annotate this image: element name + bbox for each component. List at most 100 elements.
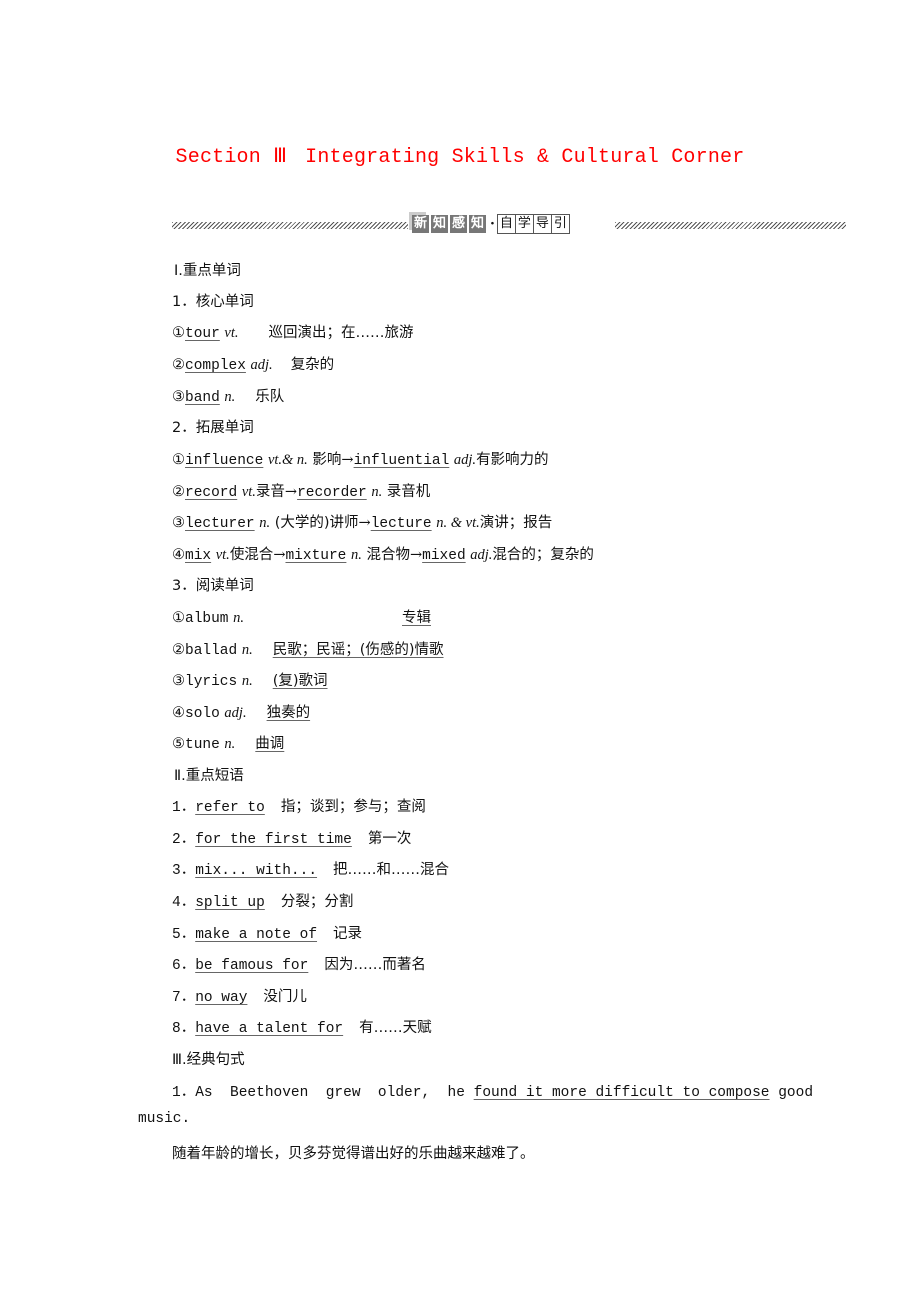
banner-badges: 新 知 感 知 · 自 学 导 引: [412, 214, 570, 234]
phrase: for the first time: [195, 832, 352, 848]
phrase-item: 5．make a note of 记录: [172, 922, 362, 943]
vocab-meaning: 巡回演出；在……旅游: [268, 325, 414, 341]
extended-words-heading: 2．拓展单词: [172, 420, 254, 436]
derived-meaning: 录音机: [386, 484, 431, 500]
phrase-meaning: 记录: [333, 926, 363, 942]
vocab-item: ③lecturer n. (大学的)讲师→lecture n. & vt.演讲；…: [172, 511, 552, 532]
phrase: split up: [195, 895, 265, 911]
section-number: Section Ⅲ: [175, 146, 288, 169]
phrase-meaning: 把……和……混合: [333, 862, 450, 878]
vocab-word: band: [185, 390, 220, 406]
phrase-item: 4．split up 分裂；分割: [172, 890, 353, 911]
banner-char: 感: [450, 215, 467, 233]
arrow-icon: →: [409, 547, 423, 563]
vocab-word: influence: [185, 453, 264, 469]
sentence-continuation: music.: [138, 1111, 191, 1127]
phrase: refer to: [195, 800, 265, 816]
banner-char: 自: [496, 214, 516, 234]
phrase-item: 7．no way 没门儿: [172, 985, 307, 1006]
item-number: 2．: [172, 832, 196, 848]
key-structure: found it more difficult to compose: [473, 1085, 770, 1101]
phrase: no way: [195, 990, 248, 1006]
vocab-word: lecturer: [185, 516, 255, 532]
section-banner: 新 知 感 知 · 自 学 导 引: [172, 214, 846, 238]
part-of-speech: n. & vt.: [436, 515, 480, 531]
part-of-speech: adj.: [250, 357, 273, 373]
derived-meaning: 混合物: [366, 547, 410, 563]
item-number: 1．: [172, 1085, 196, 1101]
vocab-item: ③lyrics n. (复)歌词: [172, 669, 328, 690]
part-of-speech: adj.: [470, 547, 493, 563]
part-of-speech: n.: [371, 484, 383, 500]
item-number: ①: [172, 610, 185, 626]
derived-meaning: 混合的；复杂的: [492, 547, 594, 563]
vocab-meaning: 曲调: [255, 736, 285, 752]
part-of-speech: n.: [224, 736, 236, 752]
sentence-translation: 随着年龄的增长，贝多芬觉得谱出好的乐曲越来越难了。: [172, 1146, 535, 1162]
phrase: make a note of: [195, 927, 318, 943]
vocab-word: mix: [185, 548, 212, 564]
banner-char: 知: [431, 215, 448, 233]
item-number: 4．: [172, 895, 196, 911]
reading-words-heading: 3．阅读单词: [172, 578, 254, 594]
phrase: mix... with...: [195, 863, 318, 879]
vocab-word: complex: [185, 358, 246, 374]
phrase-meaning: 第一次: [367, 831, 412, 847]
vocab-meaning: 民歌；民谣；(伤感的)情歌: [272, 642, 444, 658]
vocab-item: ①tour vt. 巡回演出；在……旅游: [172, 321, 414, 342]
sentence-text: good: [769, 1085, 814, 1101]
item-number: 8．: [172, 1021, 196, 1037]
part-of-speech: vt.& n.: [267, 452, 308, 468]
banner-char: 学: [515, 214, 534, 234]
vocab-item: ④mix vt.使混合→mixture n. 混合物→mixed adj.混合的…: [172, 543, 594, 564]
sentence-text: As Beethoven grew older, he: [195, 1085, 474, 1101]
derived-word: recorder: [297, 485, 367, 501]
part-of-speech: n.: [241, 642, 253, 658]
item-number: ②: [172, 357, 185, 373]
vocab-word: tune: [185, 737, 220, 753]
part-of-speech: adj.: [453, 452, 477, 468]
arrow-icon: →: [284, 484, 298, 500]
item-number: 6．: [172, 958, 196, 974]
item-number: 3．: [172, 863, 196, 879]
item-number: 1．: [172, 800, 196, 816]
vocab-word: tour: [185, 326, 220, 342]
vocab-word: record: [185, 485, 238, 501]
part-of-speech: adj.: [224, 705, 247, 721]
vocab-meaning: 影响: [312, 452, 342, 468]
phrase: have a talent for: [195, 1021, 344, 1037]
part-of-speech: n.: [224, 389, 236, 405]
phrase-meaning: 因为……而著名: [324, 957, 426, 973]
part-of-speech: n.: [233, 610, 244, 626]
part-of-speech: vt.: [224, 325, 239, 341]
banner-char: 导: [533, 214, 552, 234]
vocab-item: ①album n. 专辑: [172, 606, 431, 627]
item-number: ③: [172, 673, 185, 689]
vocab-item: ②ballad n. 民歌；民谣；(伤感的)情歌: [172, 638, 444, 659]
example-sentence: 1．As Beethoven grew older, he found it m…: [172, 1080, 813, 1101]
item-number: ①: [172, 325, 185, 341]
vocab-word: lyrics: [185, 674, 238, 690]
hatch-divider-right: [615, 222, 846, 229]
phrase-item: 2．for the first time 第一次: [172, 827, 411, 848]
vocab-word: solo: [185, 706, 220, 722]
vocab-meaning: (大学的)讲师: [274, 515, 359, 531]
banner-char: 新: [412, 215, 429, 233]
vocab-word: album: [185, 611, 229, 627]
phrase: be famous for: [195, 958, 309, 974]
phrase-item: 1．refer to 指；谈到；参与；查阅: [172, 795, 426, 816]
item-number: ③: [172, 389, 185, 405]
derived-word: influential: [353, 453, 450, 469]
phrase-meaning: 没门儿: [263, 989, 307, 1005]
vocab-meaning: 使混合: [229, 547, 274, 563]
item-number: ④: [172, 547, 185, 563]
derived-meaning: 演讲；报告: [479, 515, 553, 531]
derived-word: mixture: [285, 548, 347, 564]
vocab-meaning: 复杂的: [290, 357, 335, 373]
arrow-icon: →: [358, 515, 371, 531]
vocab-item: ②complex adj. 复杂的: [172, 353, 334, 374]
vocab-item: ⑤tune n. 曲调: [172, 732, 284, 753]
derived-word: lecture: [370, 516, 432, 532]
phrase-meaning: 指；谈到；参与；查阅: [280, 799, 426, 815]
vocab-meaning: 录音: [255, 484, 285, 500]
